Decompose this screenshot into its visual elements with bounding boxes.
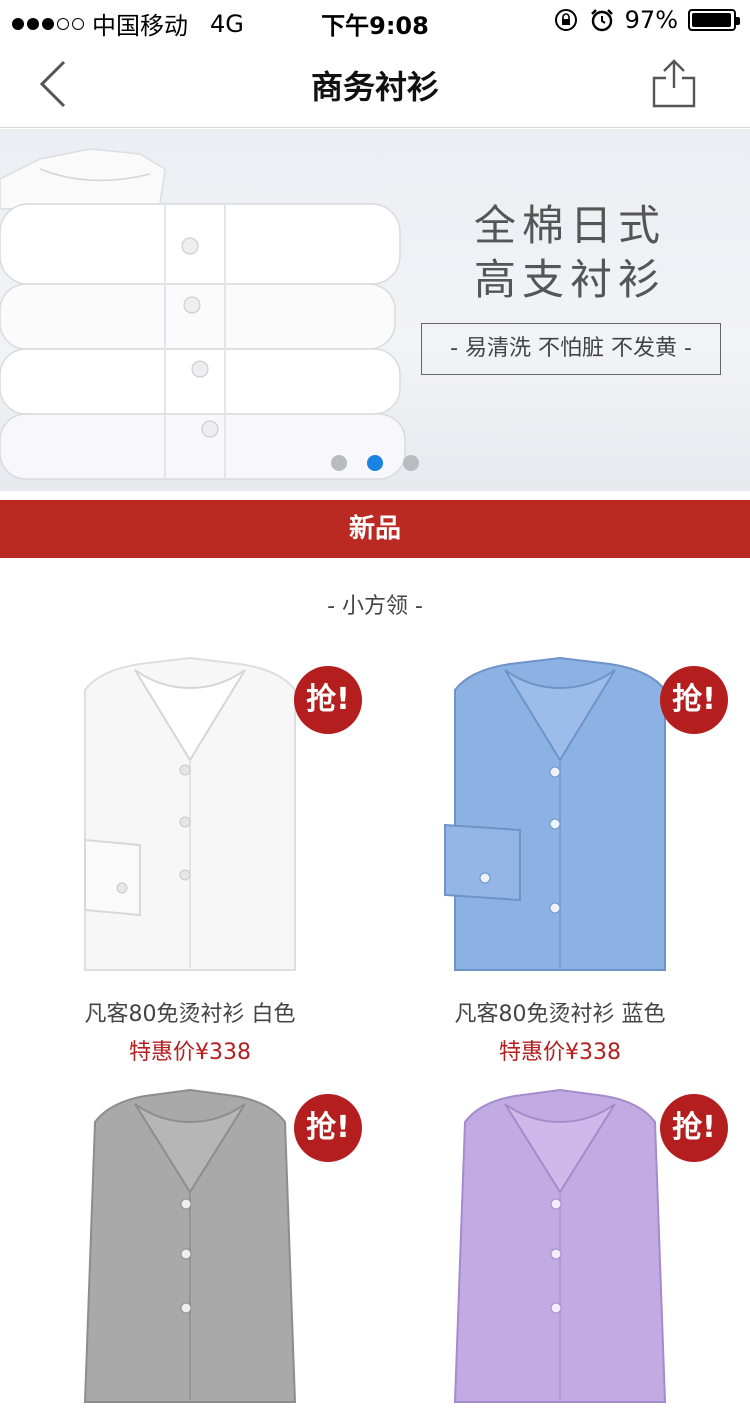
share-button[interactable] (650, 58, 698, 110)
product-price: 特惠价¥338 (499, 1040, 621, 1065)
carousel-indicator[interactable] (331, 455, 419, 471)
navigation-bar: 商务衬衫 (0, 40, 750, 128)
rotation-lock-icon (554, 9, 577, 31)
status-right: 97% (553, 6, 740, 34)
banner-tagline: - 易清洗 不怕脏 不发黄 - (421, 323, 721, 375)
subsection-title: - 小方领 - (327, 594, 423, 619)
promo-banner[interactable]: 全棉日式 高支衬衫 - 易清洗 不怕脏 不发黄 - (0, 129, 750, 491)
banner-headline-line2: 高支衬衫 (473, 255, 666, 304)
battery-fill (692, 13, 731, 27)
battery-icon (688, 9, 740, 31)
folded-shirts-image (0, 148, 406, 480)
banner-headline-line1: 全棉日式 (473, 201, 666, 250)
carousel-dot[interactable] (403, 455, 419, 471)
battery-percent: 97% (624, 6, 678, 34)
grab-deal-button[interactable]: 抢! (294, 1094, 362, 1162)
grab-deal-button[interactable]: 抢! (660, 666, 728, 734)
product-name: 凡客80免烫衬衫 白色 (84, 1002, 296, 1027)
grab-deal-button[interactable]: 抢! (294, 666, 362, 734)
carousel-dot[interactable] (331, 455, 347, 471)
alarm-icon (590, 9, 613, 32)
status-bar: 中国移动 4G 下午9:08 97% (0, 0, 750, 40)
share-icon (652, 59, 696, 108)
carousel-dot-active[interactable] (367, 455, 383, 471)
product-name: 凡客80免烫衬衫 蓝色 (454, 1002, 666, 1027)
product-price: 特惠价¥338 (129, 1040, 251, 1065)
section-header-new: 新品 (0, 500, 750, 558)
grab-deal-button[interactable]: 抢! (660, 1094, 728, 1162)
banner-headline: 全棉日式 高支衬衫 (440, 199, 700, 307)
page-title: 商务衬衫 (310, 68, 439, 106)
